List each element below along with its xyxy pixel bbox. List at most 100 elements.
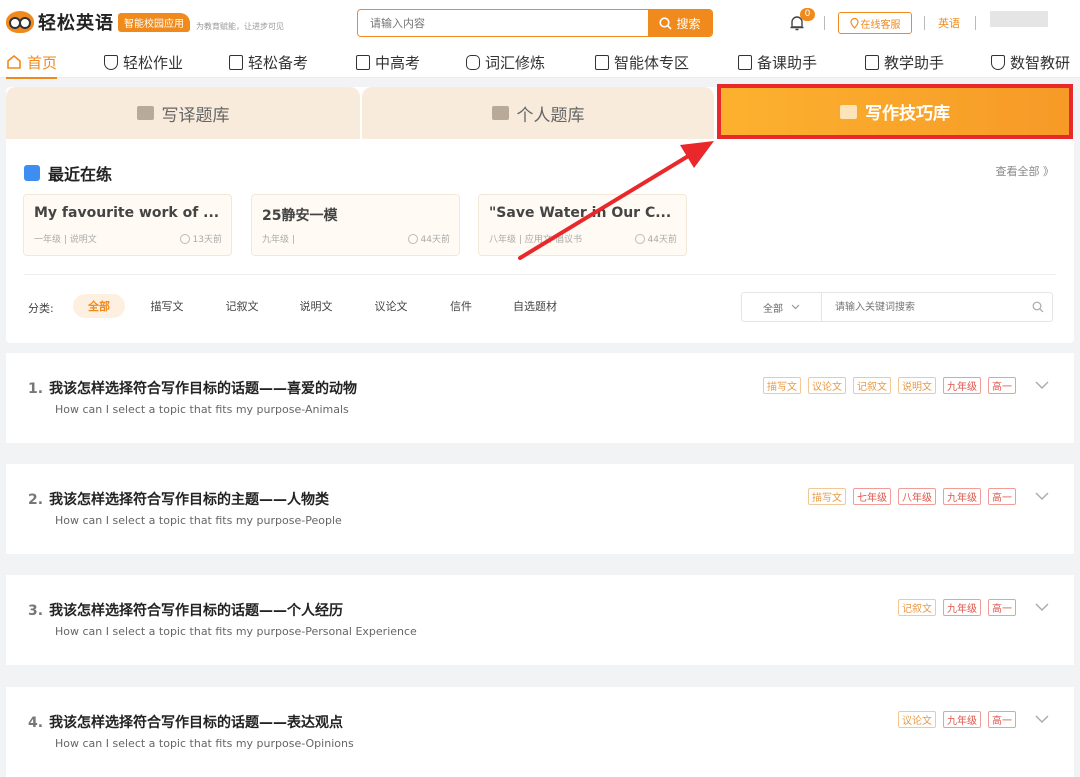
search-button-label: 搜索 bbox=[676, 16, 701, 31]
tab-personal-bank[interactable]: 个人题库 bbox=[362, 87, 714, 139]
item-subtitle: How can I select a topic that fits my pu… bbox=[55, 737, 354, 750]
nav-lesson-prep[interactable]: 备课助手 bbox=[738, 50, 817, 74]
chevron-down-icon[interactable] bbox=[1034, 713, 1050, 725]
item-title-text: 我该怎样选择符合写作目标的话题——喜爱的动物 bbox=[49, 381, 358, 397]
clock-icon bbox=[634, 233, 645, 244]
item-number: 3. bbox=[28, 603, 44, 619]
nav-vocabulary[interactable]: 词汇修炼 bbox=[466, 50, 545, 74]
nav-exam-prep[interactable]: 轻松备考 bbox=[229, 50, 308, 74]
tag: 描写文 bbox=[763, 377, 801, 394]
recent-card-time-text: 13天前 bbox=[192, 235, 222, 245]
list-item[interactable]: 4. 我该怎样选择符合写作目标的话题——表达观点 How can I select… bbox=[6, 687, 1074, 777]
filter-chip-description[interactable]: 描写文 bbox=[141, 294, 193, 318]
tag: 九年级 bbox=[943, 599, 981, 616]
owl-logo-icon bbox=[6, 11, 34, 33]
clock-icon bbox=[407, 233, 418, 244]
nav-label: 词汇修炼 bbox=[485, 53, 546, 72]
user-avatar[interactable] bbox=[990, 11, 1048, 27]
recent-card-time: 44天前 bbox=[407, 232, 450, 245]
tag-group: 记叙文 九年级 高一 bbox=[898, 599, 1016, 616]
filter-chip-argumentative[interactable]: 议论文 bbox=[365, 294, 417, 318]
filter-chip-free-topic[interactable]: 自选题材 bbox=[504, 294, 566, 318]
chevron-down-icon[interactable] bbox=[1034, 490, 1050, 502]
divider bbox=[924, 16, 925, 30]
item-title-text: 我该怎样选择符合写作目标的话题——表达观点 bbox=[49, 715, 344, 731]
location-pin-icon bbox=[849, 17, 859, 29]
nav-teaching-assistant[interactable]: 教学助手 bbox=[865, 50, 944, 74]
nav-label: 首页 bbox=[27, 53, 58, 72]
global-search: 搜索 bbox=[357, 9, 713, 37]
global-search-input[interactable] bbox=[358, 10, 648, 36]
recent-practice-heading: 最近在练 bbox=[24, 161, 112, 185]
item-title-text: 我该怎样选择符合写作目标的话题——个人经历 bbox=[49, 603, 344, 619]
recent-card[interactable]: 25静安一模 九年级 | 44天前 bbox=[251, 194, 460, 256]
filter-chip-narrative[interactable]: 记叙文 bbox=[216, 294, 268, 318]
keyword-search-button[interactable] bbox=[1024, 293, 1052, 321]
tag: 高一 bbox=[988, 711, 1016, 728]
nav-label: 备课助手 bbox=[757, 53, 818, 72]
nav-label: 教学助手 bbox=[884, 53, 945, 72]
chevron-down-icon[interactable] bbox=[1034, 601, 1050, 613]
list-item[interactable]: 3. 我该怎样选择符合写作目标的话题——个人经历 How can I select… bbox=[6, 575, 1074, 665]
item-subtitle: How can I select a topic that fits my pu… bbox=[55, 403, 349, 416]
recent-card-meta: 八年级 | 应用文-倡议书 bbox=[489, 235, 583, 245]
chevron-down-icon[interactable] bbox=[1034, 379, 1050, 391]
book-icon bbox=[865, 54, 879, 70]
tag: 高一 bbox=[988, 377, 1016, 394]
recent-card[interactable]: "Save Water in Our C... 八年级 | 应用文-倡议书 44… bbox=[478, 194, 687, 256]
recent-card-meta: 九年级 | bbox=[262, 235, 295, 245]
item-title: 2. 我该怎样选择符合写作目标的主题——人物类 bbox=[28, 489, 329, 509]
tab-writing-translation[interactable]: 写译题库 bbox=[6, 87, 360, 139]
recent-card-meta: 一年级 | 说明文 bbox=[34, 235, 97, 245]
notification-badge: 0 bbox=[800, 8, 815, 21]
recent-card-time: 44天前 bbox=[634, 232, 677, 245]
section-divider bbox=[24, 274, 1056, 275]
recent-card-title: 25静安一模 bbox=[262, 208, 338, 224]
item-number: 2. bbox=[28, 492, 44, 508]
shield-icon bbox=[991, 54, 1005, 70]
recent-card-time-text: 44天前 bbox=[420, 235, 450, 245]
keyword-search-input[interactable] bbox=[822, 293, 1024, 321]
language-switch[interactable]: 英语 bbox=[938, 15, 960, 31]
tag: 七年级 bbox=[853, 488, 891, 505]
search-button[interactable]: 搜索 bbox=[648, 10, 712, 36]
recent-card-time: 13天前 bbox=[179, 232, 222, 245]
view-all-link[interactable]: 查看全部 》 bbox=[996, 163, 1055, 179]
clock-icon bbox=[179, 233, 190, 244]
divider bbox=[824, 16, 825, 30]
tab-writing-skills[interactable]: 写作技巧库 bbox=[717, 84, 1073, 139]
item-subtitle: How can I select a topic that fits my pu… bbox=[55, 514, 342, 527]
item-subtitle: How can I select a topic that fits my pu… bbox=[55, 625, 417, 638]
logo[interactable]: 轻松英语 智能校园应用 为教育赋能，让进步可见 bbox=[6, 10, 284, 34]
document-icon bbox=[229, 54, 243, 70]
tag: 九年级 bbox=[943, 711, 981, 728]
nav-homework[interactable]: 轻松作业 bbox=[104, 50, 183, 74]
list-item[interactable]: 1. 我该怎样选择符合写作目标的话题——喜爱的动物 How can I selec… bbox=[6, 353, 1074, 443]
list-item[interactable]: 2. 我该怎样选择符合写作目标的主题——人物类 How can I select … bbox=[6, 464, 1074, 554]
online-service-button[interactable]: 在线客服 bbox=[838, 12, 912, 34]
keyword-search: 全部 bbox=[741, 292, 1053, 322]
nav-home[interactable]: 首页 bbox=[6, 50, 58, 79]
tag-group: 描写文 七年级 八年级 九年级 高一 bbox=[808, 488, 1016, 505]
tag: 高一 bbox=[988, 599, 1016, 616]
item-title: 4. 我该怎样选择符合写作目标的话题——表达观点 bbox=[28, 712, 343, 732]
divider bbox=[975, 16, 976, 30]
recent-card[interactable]: My favourite work of ... 一年级 | 说明文 13天前 bbox=[23, 194, 232, 256]
clipboard-icon bbox=[738, 54, 752, 70]
category-select[interactable]: 全部 bbox=[742, 293, 822, 321]
filter-chip-all[interactable]: 全部 bbox=[73, 294, 125, 318]
search-icon bbox=[1032, 301, 1044, 313]
item-title-text: 我该怎样选择符合写作目标的主题——人物类 bbox=[49, 492, 330, 508]
nav-teaching-research[interactable]: 数智教研 bbox=[991, 50, 1070, 74]
filter-label: 分类: bbox=[28, 302, 54, 315]
edit-icon bbox=[24, 165, 40, 181]
chevron-down-icon bbox=[791, 304, 800, 310]
checkbox-icon bbox=[595, 54, 609, 70]
tag: 议论文 bbox=[808, 377, 846, 394]
item-title: 3. 我该怎样选择符合写作目标的话题——个人经历 bbox=[28, 600, 343, 620]
nav-entrance-exam[interactable]: 中高考 bbox=[356, 50, 420, 74]
filter-chip-letter[interactable]: 信件 bbox=[435, 294, 487, 318]
main-nav: 首页 轻松作业 轻松备考 中高考 词汇修炼 智能体专区 备课助手 教学助手 数智… bbox=[0, 46, 1080, 79]
filter-chip-expository[interactable]: 说明文 bbox=[290, 294, 342, 318]
nav-ai-agents[interactable]: 智能体专区 bbox=[595, 50, 689, 74]
